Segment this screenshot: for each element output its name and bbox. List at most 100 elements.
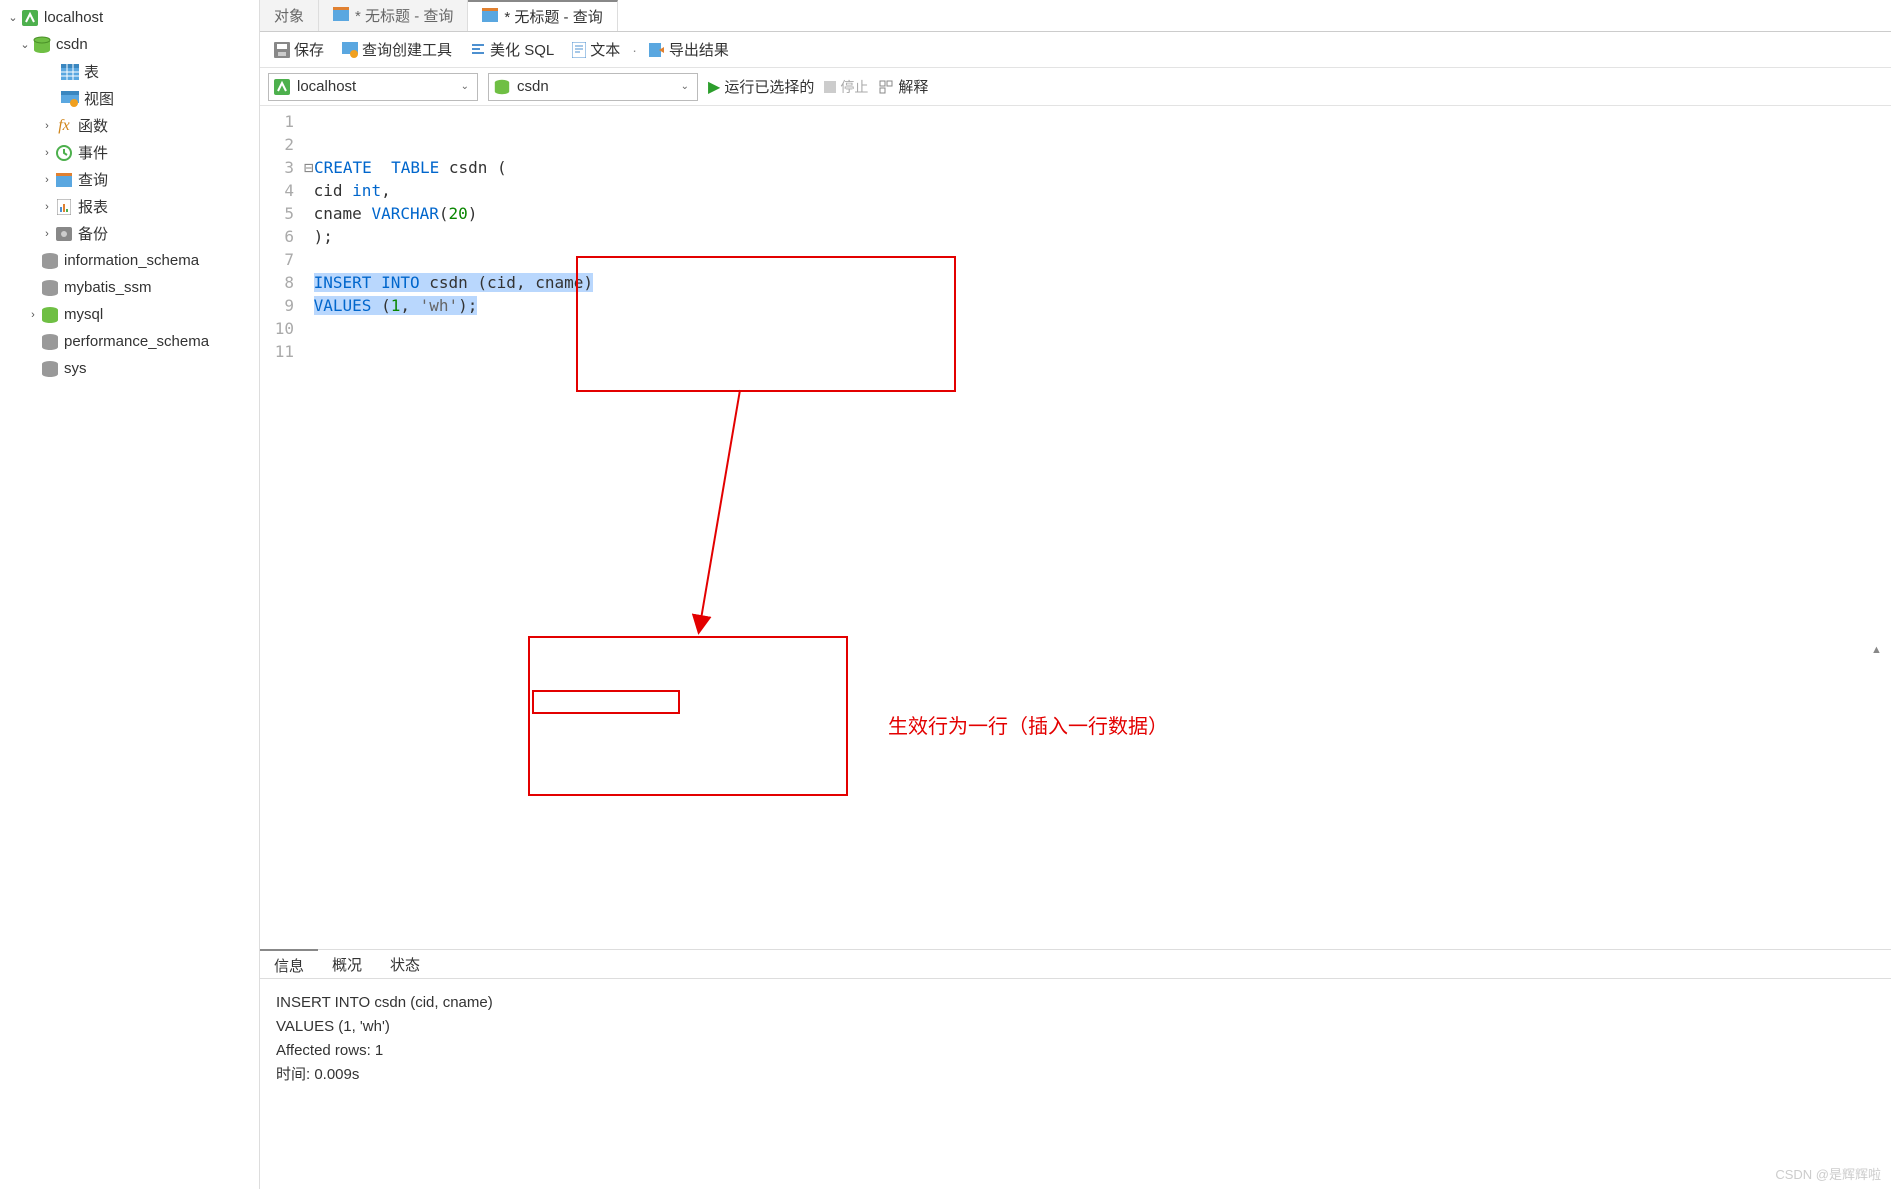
tree-label: sys <box>64 360 87 377</box>
tab-label: * 无标题 - 查询 <box>504 6 602 27</box>
button-label: 停止 <box>840 77 868 97</box>
result-pane: INSERT INTO csdn (cid, cname) VALUES (1,… <box>260 979 1891 1189</box>
database-icon <box>40 305 60 325</box>
watermark: CSDN @是辉辉啦 <box>1775 1164 1881 1183</box>
text-button[interactable]: 文本 <box>566 37 626 62</box>
tree-label: csdn <box>56 36 88 53</box>
event-icon <box>54 143 74 163</box>
database-icon <box>40 332 60 352</box>
annotation-text: 生效行为一行（插入一行数据） <box>888 710 1168 739</box>
tree-item-views[interactable]: 视图 <box>0 85 259 112</box>
button-label: 解释 <box>898 76 928 97</box>
explain-button[interactable]: 解释 <box>878 76 928 97</box>
play-icon: ▶ <box>708 77 720 97</box>
database-icon <box>40 278 60 298</box>
tab-label: * 无标题 - 查询 <box>355 5 453 26</box>
chevron-down-icon: ⌄ <box>677 81 693 92</box>
tab-query-1[interactable]: * 无标题 - 查询 <box>319 0 468 31</box>
stop-button[interactable]: 停止 <box>824 77 868 97</box>
chevron-right-icon: › <box>40 174 54 186</box>
chevron-right-icon: › <box>40 120 54 132</box>
button-label: 查询创建工具 <box>362 39 452 60</box>
button-label: 保存 <box>294 39 324 60</box>
tree-db-information-schema[interactable]: information_schema <box>0 247 259 274</box>
database-icon <box>40 359 60 379</box>
chevron-right-icon: › <box>26 309 40 321</box>
tree-label: 视图 <box>84 88 114 109</box>
toolbar: 保存 查询创建工具 美化 SQL 文本 · 导出结果 <box>260 32 1891 68</box>
tree-label: 备份 <box>78 223 108 244</box>
tab-bar: 对象 * 无标题 - 查询 * 无标题 - 查询 <box>260 0 1891 32</box>
tab-objects[interactable]: 对象 <box>260 0 319 31</box>
tree-db-sys[interactable]: sys <box>0 355 259 382</box>
tree-item-reports[interactable]: › 报表 <box>0 193 259 220</box>
run-selected-button[interactable]: ▶ 运行已选择的 <box>708 76 814 97</box>
tree-db-csdn[interactable]: ⌄ csdn <box>0 31 259 58</box>
database-icon <box>40 251 60 271</box>
export-button[interactable]: 导出结果 <box>643 37 735 62</box>
scroll-up-icon[interactable]: ▲ <box>1871 644 1887 660</box>
tree-item-functions[interactable]: › fx 函数 <box>0 112 259 139</box>
result-time: 时间: 0.009s <box>276 1063 1875 1087</box>
tree-label: performance_schema <box>64 333 209 350</box>
tree-db-mybatis-ssm[interactable]: mybatis_ssm <box>0 274 259 301</box>
tree-label: mysql <box>64 306 103 323</box>
tab-query-2[interactable]: * 无标题 - 查询 <box>468 0 617 31</box>
tree-host[interactable]: ⌄ localhost <box>0 4 259 31</box>
tree-label: 报表 <box>78 196 108 217</box>
button-label: 运行已选择的 <box>724 76 814 97</box>
chevron-right-icon: › <box>40 201 54 213</box>
tree-label: information_schema <box>64 252 199 269</box>
result-line: INSERT INTO csdn (cid, cname) <box>276 991 1875 1015</box>
function-icon: fx <box>54 116 74 136</box>
chevron-down-icon: ⌄ <box>457 81 473 92</box>
view-icon <box>60 89 80 109</box>
code-content[interactable]: ⊟CREATE TABLE csdn ( cid int, cname VARC… <box>304 110 1891 432</box>
button-label: 美化 SQL <box>490 39 554 60</box>
tree-item-tables[interactable]: 表 <box>0 58 259 85</box>
dropdown-value: csdn <box>517 78 671 95</box>
tree-host-label: localhost <box>44 9 103 26</box>
tree-label: mybatis_ssm <box>64 279 152 296</box>
chevron-right-icon: › <box>40 228 54 240</box>
dropdown-value: localhost <box>297 78 451 95</box>
beautify-sql-button[interactable]: 美化 SQL <box>464 37 560 62</box>
save-button[interactable]: 保存 <box>268 37 330 62</box>
tab-profile[interactable]: 概况 <box>318 950 376 979</box>
button-label: 文本 <box>590 39 620 60</box>
tree-db-performance-schema[interactable]: performance_schema <box>0 328 259 355</box>
query-icon <box>482 8 498 26</box>
table-icon <box>60 62 80 82</box>
tab-label: 对象 <box>274 5 304 26</box>
tree-item-events[interactable]: › 事件 <box>0 139 259 166</box>
tree-db-mysql[interactable]: › mysql <box>0 301 259 328</box>
separator: · <box>632 42 637 58</box>
database-icon <box>493 78 511 96</box>
tree-item-backups[interactable]: › 备份 <box>0 220 259 247</box>
database-icon <box>32 35 52 55</box>
tree-item-queries[interactable]: › 查询 <box>0 166 259 193</box>
explain-icon <box>878 79 894 95</box>
sql-editor[interactable]: 1234567891011 ⊟CREATE TABLE csdn ( cid i… <box>260 106 1891 432</box>
tab-info[interactable]: 信息 <box>260 949 318 980</box>
query-builder-button[interactable]: 查询创建工具 <box>336 37 458 62</box>
query-icon <box>333 7 349 25</box>
host-icon <box>273 78 291 96</box>
database-dropdown[interactable]: csdn ⌄ <box>488 73 698 101</box>
result-affected-rows: Affected rows: 1 <box>276 1039 1875 1063</box>
line-gutter: 1234567891011 <box>260 110 304 432</box>
chevron-right-icon: › <box>40 147 54 159</box>
button-label: 导出结果 <box>669 39 729 60</box>
result-line: VALUES (1, 'wh') <box>276 1015 1875 1039</box>
stop-icon <box>824 81 836 93</box>
chevron-down-icon: ⌄ <box>18 38 32 51</box>
result-tabs: 信息 概况 状态 <box>260 949 1891 979</box>
host-icon <box>20 8 40 28</box>
tree-label: 函数 <box>78 115 108 136</box>
report-icon <box>54 197 74 217</box>
host-dropdown[interactable]: localhost ⌄ <box>268 73 478 101</box>
connection-bar: localhost ⌄ csdn ⌄ ▶ 运行已选择的 停止 解释 <box>260 68 1891 106</box>
chevron-down-icon: ⌄ <box>6 11 20 24</box>
tab-status[interactable]: 状态 <box>376 950 434 979</box>
backup-icon <box>54 224 74 244</box>
